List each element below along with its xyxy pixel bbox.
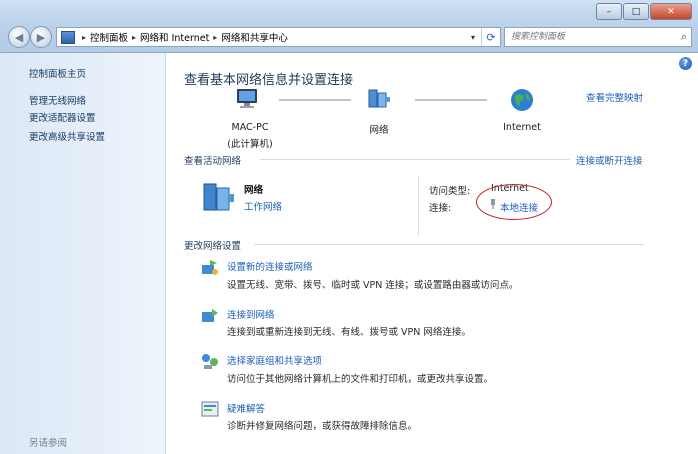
- control-panel-icon: [61, 30, 75, 44]
- computer-sub-label: (此计算机): [227, 139, 273, 150]
- breadcrumb-item[interactable]: 网络和共享中心: [221, 30, 288, 44]
- change-settings-heading: 更改网络设置: [184, 241, 242, 252]
- network-label: 网络: [369, 125, 389, 136]
- active-network-name: 网络: [244, 185, 264, 196]
- navigation-bar: ◀ ▶ ▸ 控制面板 ▸ 网络和 Internet ▸ 网络和共享中心 ▾ ⟳ …: [6, 26, 692, 48]
- sidebar-item-adapter-settings[interactable]: 更改适配器设置: [29, 110, 96, 124]
- connect-to-network-icon: [202, 309, 218, 322]
- breadcrumb-separator: ▸: [213, 32, 218, 42]
- search-icon[interactable]: ⌕: [681, 30, 687, 44]
- setup-connection-icon: [202, 260, 218, 275]
- address-dropdown-icon[interactable]: ▾: [466, 28, 480, 46]
- troubleshoot-icon: [201, 401, 219, 417]
- network-type-link[interactable]: 工作网络: [244, 199, 282, 213]
- window-chrome: – □ ✕ ◀ ▶ ▸ 控制面板 ▸ 网络和 Internet ▸ 网络和共享中…: [0, 0, 698, 53]
- setup-connection-link[interactable]: 设置新的连接或网络: [227, 259, 313, 273]
- sidebar: 控制面板主页 管理无线网络 更改适配器设置 更改高级共享设置 另请参阅: [0, 53, 166, 454]
- maximize-button[interactable]: □: [623, 3, 649, 20]
- breadcrumb-item[interactable]: 控制面板: [90, 30, 128, 44]
- map-connection-line: [279, 99, 351, 101]
- computer-name-label: MAC-PC: [231, 122, 269, 133]
- minimize-button[interactable]: –: [596, 3, 622, 20]
- homegroup-sharing-desc: 访问位于其他网络计算机上的文件和打印机，或更改共享设置。: [227, 374, 494, 385]
- section-divider: [254, 244, 644, 245]
- internet-globe-icon: [511, 89, 533, 111]
- troubleshoot-link[interactable]: 疑难解答: [227, 401, 265, 415]
- sidebar-item-advanced-sharing[interactable]: 更改高级共享设置: [29, 129, 105, 143]
- troubleshoot-desc: 诊断并修复网络问题，或获得故障排除信息。: [227, 421, 418, 432]
- highlight-circle-annotation: [476, 184, 552, 220]
- internet-label: Internet: [503, 122, 541, 133]
- section-divider: [260, 159, 570, 160]
- see-also-heading: 另请参阅: [29, 438, 68, 449]
- back-button[interactable]: ◀: [8, 26, 30, 48]
- setup-connection-desc: 设置无线、宽带、拨号、临时或 VPN 连接；或设置路由器或访问点。: [227, 280, 519, 291]
- search-box[interactable]: ⌕: [504, 27, 692, 47]
- network-icon: [368, 89, 390, 108]
- window-controls: – □ ✕: [596, 3, 692, 20]
- connect-disconnect-link[interactable]: 连接或断开连接: [576, 153, 643, 167]
- breadcrumb-separator: ▸: [82, 32, 87, 42]
- connect-to-network-desc: 连接到或重新连接到无线、有线、拨号或 VPN 网络连接。: [227, 327, 471, 338]
- breadcrumb-item[interactable]: 网络和 Internet: [140, 30, 209, 44]
- network-bench-icon: [203, 183, 234, 211]
- search-input[interactable]: [505, 31, 673, 43]
- sidebar-item-manage-wireless[interactable]: 管理无线网络: [29, 93, 86, 107]
- map-connection-line: [415, 99, 487, 101]
- main-content: ? 查看基本网络信息并设置连接 查看完整映射 MAC-PC (此计算机) 网络 …: [166, 53, 698, 454]
- view-full-map-link[interactable]: 查看完整映射: [586, 90, 643, 104]
- refresh-icon[interactable]: ⟳: [481, 28, 500, 46]
- vertical-divider: [418, 176, 419, 236]
- close-button[interactable]: ✕: [650, 3, 692, 20]
- page-title: 查看基本网络信息并设置连接: [184, 73, 354, 88]
- address-bar[interactable]: ▸ 控制面板 ▸ 网络和 Internet ▸ 网络和共享中心 ▾ ⟳: [56, 27, 501, 47]
- sidebar-item-control-panel-home[interactable]: 控制面板主页: [29, 66, 86, 80]
- connect-to-network-link[interactable]: 连接到网络: [227, 307, 275, 321]
- help-icon[interactable]: ?: [679, 57, 692, 70]
- computer-icon: [237, 89, 257, 108]
- access-type-label: 访问类型:: [429, 186, 471, 197]
- connections-label: 连接:: [429, 203, 452, 214]
- forward-button[interactable]: ▶: [30, 26, 52, 48]
- homegroup-icon: [202, 354, 218, 369]
- homegroup-sharing-link[interactable]: 选择家庭组和共享选项: [227, 353, 322, 367]
- breadcrumb-separator: ▸: [132, 32, 137, 42]
- active-networks-heading: 查看活动网络: [184, 156, 242, 167]
